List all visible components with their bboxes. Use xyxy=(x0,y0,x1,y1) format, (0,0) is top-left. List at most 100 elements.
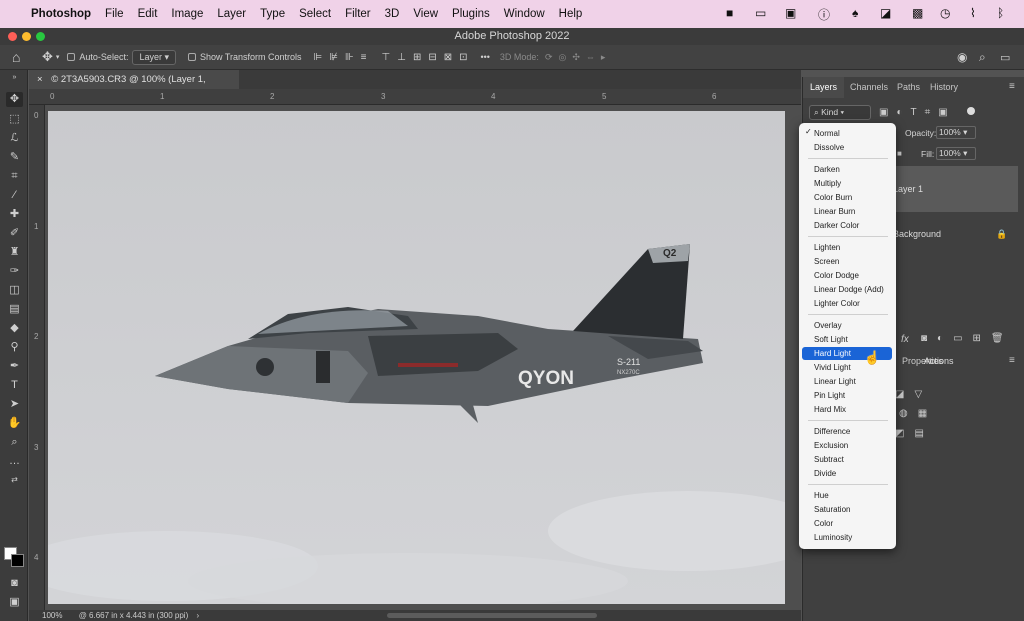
brush-tool-icon[interactable]: ✐ xyxy=(6,226,23,241)
clone-stamp-tool-icon[interactable]: ♜ xyxy=(6,245,23,260)
bluetooth-icon[interactable]: ᛒ xyxy=(997,6,1004,20)
user-icon[interactable]: ◉ xyxy=(957,50,967,64)
flame-status-icon[interactable]: ♠ xyxy=(852,6,858,20)
status-arrow-icon[interactable]: › xyxy=(196,611,199,620)
menu-file[interactable]: File xyxy=(98,8,131,20)
workspace-icon[interactable]: ▭ xyxy=(1000,51,1010,64)
tab-channels[interactable]: Channels xyxy=(843,77,895,98)
tab-layers[interactable]: Layers xyxy=(803,77,845,98)
blend-mode-darker-color[interactable]: Darker Color xyxy=(802,219,892,232)
distribute-buttons-icon[interactable]: ⊤⊥⊞⊟⊠⊡ xyxy=(382,52,475,63)
transform-controls-checkbox[interactable] xyxy=(188,53,196,61)
blend-mode-subtract[interactable]: Subtract xyxy=(802,453,892,466)
zoom-tool-icon[interactable]: ⌕ xyxy=(6,435,23,450)
blend-mode-hue[interactable]: Hue xyxy=(802,489,892,502)
adjustment-icons-row3[interactable]: ◩▤ xyxy=(895,428,934,439)
wifi-off-icon[interactable]: ⌇ xyxy=(970,6,976,20)
blend-mode-multiply[interactable]: Multiply xyxy=(802,177,892,190)
blend-mode-dissolve[interactable]: Dissolve xyxy=(802,141,892,154)
filter-toggle-icon[interactable] xyxy=(967,107,975,115)
blend-mode-luminosity[interactable]: Luminosity xyxy=(802,531,892,544)
blend-mode-difference[interactable]: Difference xyxy=(802,425,892,438)
close-window-button[interactable] xyxy=(8,32,17,41)
panel-menu-icon[interactable]: ≡ xyxy=(1009,81,1015,92)
crop-tool-icon[interactable]: ⌗ xyxy=(6,169,23,184)
time-machine-icon[interactable]: ◷ xyxy=(940,6,950,20)
minimize-window-button[interactable] xyxy=(22,32,31,41)
type-tool-icon[interactable]: T xyxy=(6,378,23,393)
background-color-swatch[interactable] xyxy=(11,554,24,567)
blend-mode-pin-light[interactable]: Pin Light xyxy=(802,389,892,402)
menu-image[interactable]: Image xyxy=(164,8,210,20)
auto-select-dropdown[interactable]: Layer ▾ xyxy=(132,49,176,65)
blend-mode-saturation[interactable]: Saturation xyxy=(802,503,892,516)
screen-mode-icon[interactable]: ▣ xyxy=(6,595,23,610)
swap-colors-icon[interactable]: ⇄ xyxy=(6,472,23,487)
menu-help[interactable]: Help xyxy=(552,8,590,20)
blend-mode-linear-dodge[interactable]: Linear Dodge (Add) xyxy=(802,283,892,296)
video-status-icon[interactable]: ▭ xyxy=(755,6,766,20)
horizontal-scrollbar[interactable] xyxy=(387,613,597,618)
fx-icon[interactable]: fx xyxy=(901,334,909,345)
tab-paths[interactable]: Paths xyxy=(890,77,927,98)
eyedropper-tool-icon[interactable]: ⁄ xyxy=(6,188,23,203)
menu-select[interactable]: Select xyxy=(292,8,338,20)
quick-select-tool-icon[interactable]: ✎ xyxy=(6,150,23,165)
menu-layer[interactable]: Layer xyxy=(210,8,253,20)
blur-tool-icon[interactable]: ◆ xyxy=(6,321,23,336)
tab-actions[interactable]: Actions xyxy=(924,356,954,366)
quick-mask-icon[interactable]: ◙ xyxy=(6,576,23,591)
chevron-down-icon[interactable]: ▾ xyxy=(56,53,60,61)
path-selection-tool-icon[interactable]: ➤ xyxy=(6,397,23,412)
blend-mode-color-dodge[interactable]: Color Dodge xyxy=(802,269,892,282)
collapse-toolbar-icon[interactable]: » xyxy=(6,70,23,85)
activity-status-icon[interactable]: ◪ xyxy=(880,6,891,20)
dodge-tool-icon[interactable]: ⚲ xyxy=(6,340,23,355)
move-tool-icon[interactable]: ✥ xyxy=(6,92,23,107)
blend-mode-color-burn[interactable]: Color Burn xyxy=(802,191,892,204)
eraser-tool-icon[interactable]: ◫ xyxy=(6,283,23,298)
more-options-icon[interactable]: ••• xyxy=(480,52,489,62)
home-icon[interactable]: ⌂ xyxy=(12,49,32,65)
close-document-icon[interactable]: × xyxy=(37,74,43,85)
menu-window[interactable]: Window xyxy=(497,8,552,20)
history-brush-tool-icon[interactable]: ✑ xyxy=(6,264,23,279)
menu-plugins[interactable]: Plugins xyxy=(445,8,497,20)
menu-view[interactable]: View xyxy=(406,8,445,20)
menu-3d[interactable]: 3D xyxy=(378,8,407,20)
blend-mode-divide[interactable]: Divide xyxy=(802,467,892,480)
blend-mode-exclusion[interactable]: Exclusion xyxy=(802,439,892,452)
gradient-tool-icon[interactable]: ▤ xyxy=(6,302,23,317)
info-status-icon[interactable]: ⓘ xyxy=(818,6,830,23)
menu-app-photoshop[interactable]: Photoshop xyxy=(21,8,98,20)
blend-mode-linear-burn[interactable]: Linear Burn xyxy=(802,205,892,218)
menu-filter[interactable]: Filter xyxy=(338,8,378,20)
move-tool-preset-icon[interactable]: ✥ xyxy=(42,49,53,65)
document-info[interactable]: @ 6.667 in x 4.443 in (300 ppi) xyxy=(79,611,189,620)
align-buttons-icon[interactable]: ⊫⊯⊪≡ xyxy=(314,52,374,63)
zoom-window-button[interactable] xyxy=(36,32,45,41)
blend-mode-lighter-color[interactable]: Lighter Color xyxy=(802,297,892,310)
adjustments-menu-icon[interactable]: ≡ xyxy=(1009,355,1015,366)
adjustment-icons-row2[interactable]: ◍▦ xyxy=(899,408,937,419)
layer-action-icons[interactable]: ◙◐▭⊞🗑 xyxy=(921,333,1014,344)
blend-mode-overlay[interactable]: Overlay xyxy=(802,319,892,332)
photo-layer[interactable]: QYON Q2 S-211 NX270C xyxy=(48,111,785,604)
marquee-tool-icon[interactable]: ⬚ xyxy=(6,112,23,127)
tab-history[interactable]: History xyxy=(923,77,965,98)
auto-select-checkbox[interactable] xyxy=(67,53,76,61)
blend-mode-color[interactable]: Color xyxy=(802,517,892,530)
menu-edit[interactable]: Edit xyxy=(131,8,165,20)
hand-tool-icon[interactable]: ✋ xyxy=(6,416,23,431)
menu-type[interactable]: Type xyxy=(253,8,292,20)
display-status-icon[interactable]: ▣ xyxy=(785,6,796,20)
adjustment-icons-row1[interactable]: ◪▽ xyxy=(895,389,932,400)
blend-mode-soft-light[interactable]: Soft Light xyxy=(802,333,892,346)
blend-mode-screen[interactable]: Screen xyxy=(802,255,892,268)
layer-filter-icons[interactable]: ▣◐T⌗▣ xyxy=(879,107,956,118)
blend-mode-linear-light[interactable]: Linear Light xyxy=(802,375,892,388)
blend-mode-darken[interactable]: Darken xyxy=(802,163,892,176)
filter-kind-dropdown[interactable]: ⌕ Kind ▾ xyxy=(809,105,871,120)
blend-mode-normal[interactable]: Normal xyxy=(802,127,892,140)
blend-mode-hard-mix[interactable]: Hard Mix xyxy=(802,403,892,416)
